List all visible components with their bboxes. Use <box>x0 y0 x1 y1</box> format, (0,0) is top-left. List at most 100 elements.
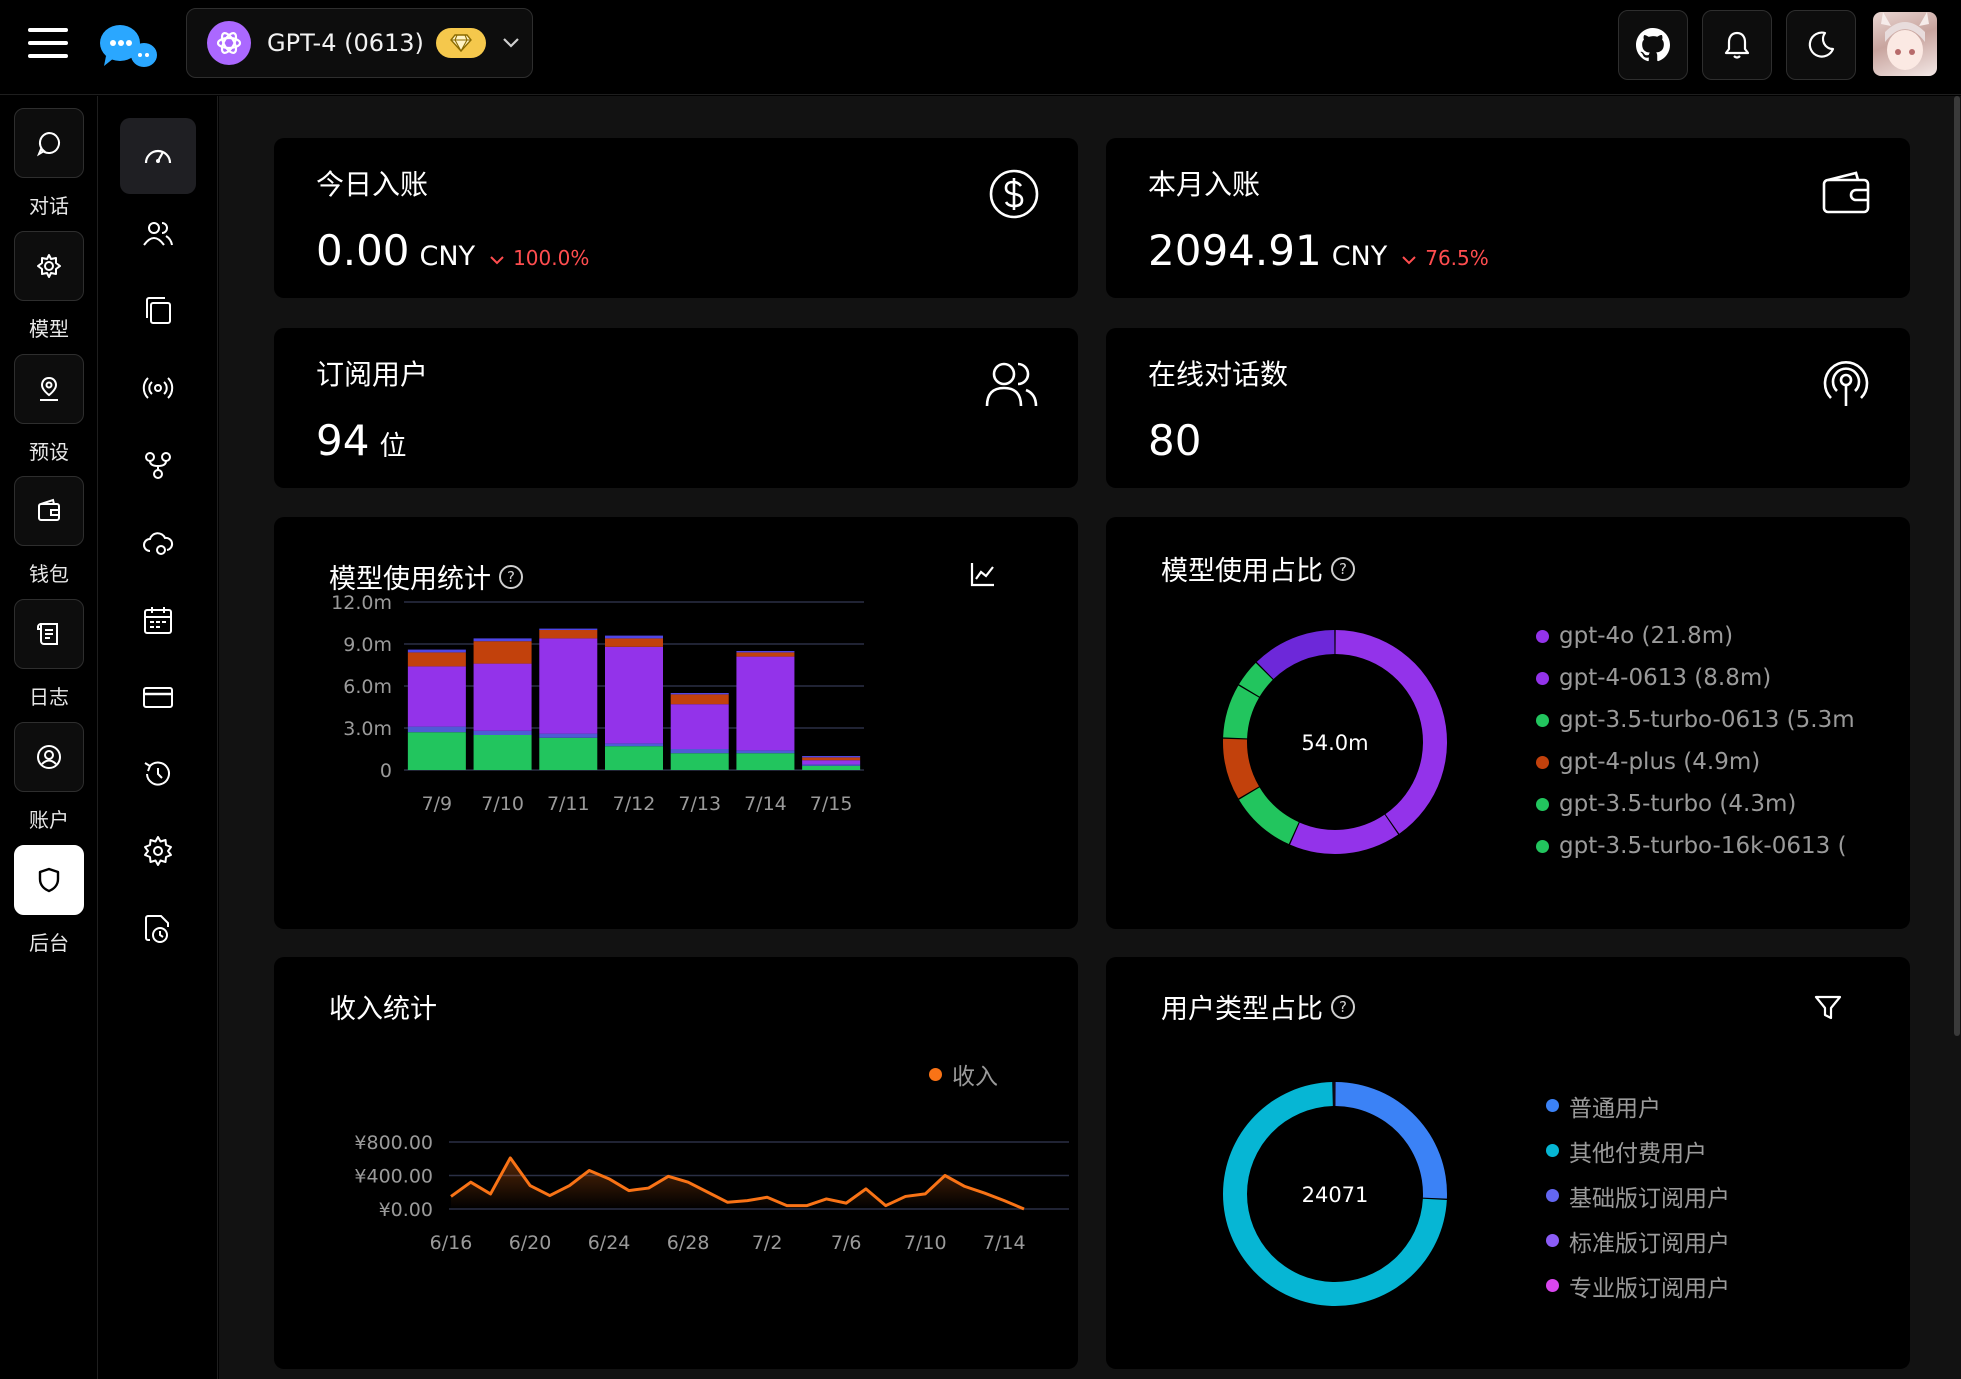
sidebar-item-preset[interactable]: 预设 <box>14 354 84 465</box>
settings-icon <box>144 836 172 866</box>
filter-icon[interactable] <box>1813 993 1843 1023</box>
legend-item[interactable]: 其他付费用户 <box>1546 1128 1846 1173</box>
legend-item[interactable]: 标准版订阅用户 <box>1546 1218 1846 1263</box>
dollar-icon <box>989 169 1039 219</box>
legend-item[interactable]: gpt-4o (21.8m) <box>1536 615 1876 657</box>
legend-label: 基础版订阅用户 <box>1569 1185 1730 1212</box>
theme-toggle-button[interactable] <box>1786 10 1856 80</box>
legend-label: 专业版订阅用户 <box>1569 1275 1730 1302</box>
sidebar-button-account[interactable] <box>14 722 84 792</box>
users-button[interactable] <box>120 196 196 272</box>
card-button[interactable] <box>120 659 196 735</box>
help-icon[interactable]: ? <box>1331 556 1355 581</box>
channels-button[interactable] <box>120 427 196 503</box>
legend-item[interactable]: gpt-3.5-turbo-16k-0613 ( <box>1536 825 1876 867</box>
bar-segment <box>802 760 861 765</box>
chart-title-row: 用户类型占比 ? <box>1161 987 1355 1026</box>
y-tick-label: 6.0m <box>343 676 392 698</box>
sidebar-label: 对话 <box>29 194 69 218</box>
model-selector[interactable]: GPT-4 (0613) <box>186 8 533 78</box>
menu-icon[interactable] <box>28 28 68 64</box>
legend-item[interactable]: gpt-3.5-turbo-0613 (5.3m <box>1536 699 1876 741</box>
bar-segment <box>670 749 729 754</box>
stat-value-row: 2094.91 CNY 76.5% <box>1148 226 1489 275</box>
bar-segment <box>670 693 729 695</box>
stat-unit: 位 <box>379 431 407 462</box>
sidebar-item-account[interactable]: 账户 <box>14 722 84 833</box>
calendar-button[interactable] <box>120 582 196 658</box>
x-tick-label: 7/15 <box>810 793 853 815</box>
sidebar-item-chat[interactable]: 对话 <box>14 108 84 219</box>
settings-button[interactable] <box>120 813 196 889</box>
sidebar-button-chat[interactable] <box>14 108 84 178</box>
chat-icon <box>36 131 60 157</box>
bar-segment <box>802 764 861 766</box>
y-tick-label: 0 <box>380 760 392 782</box>
sidebar-item-log[interactable]: 日志 <box>14 599 84 710</box>
y-tick-label: 9.0m <box>343 634 392 656</box>
legend-label: gpt-3.5-turbo-0613 (5.3m <box>1559 707 1855 733</box>
donut-slice <box>1335 1082 1447 1199</box>
today-income-card: 今日入账 0.00 CNY 100.0% <box>274 138 1078 298</box>
sidebar-item-admin[interactable]: 后台 <box>14 845 84 956</box>
avatar[interactable] <box>1873 12 1937 76</box>
x-tick-label: 7/2 <box>752 1232 783 1254</box>
legend-dot <box>1536 671 1549 685</box>
sidebar-item-model[interactable]: 模型 <box>14 231 84 342</box>
stat-value: 2094.91 <box>1148 226 1322 275</box>
copy-button[interactable] <box>120 273 196 349</box>
stat-value: 80 <box>1148 416 1202 465</box>
legend-item[interactable]: 普通用户 <box>1546 1083 1846 1128</box>
sidebar-button-log[interactable] <box>14 599 84 669</box>
log-icon <box>37 623 58 645</box>
x-tick-label: 7/10 <box>481 793 524 815</box>
bar-segment <box>407 652 466 667</box>
legend-item[interactable]: gpt-4-0613 (8.8m) <box>1536 657 1876 699</box>
app-logo[interactable] <box>98 22 160 72</box>
broadcast-icon <box>142 377 174 399</box>
legend-item[interactable]: gpt-3.5-turbo (4.3m) <box>1536 783 1876 825</box>
broadcast-button[interactable] <box>120 350 196 426</box>
legend-dot <box>1536 629 1549 643</box>
moon-icon <box>1808 31 1835 58</box>
notification-button[interactable] <box>1702 10 1772 80</box>
stat-change: 100.0% <box>489 246 589 270</box>
stat-unit: CNY <box>419 241 476 272</box>
bar-segment <box>605 743 663 747</box>
stat-unit: CNY <box>1331 241 1388 272</box>
github-button[interactable] <box>1618 10 1688 80</box>
history-button[interactable] <box>120 736 196 812</box>
legend-label: gpt-4-plus (4.9m) <box>1559 749 1761 775</box>
dashboard-button[interactable] <box>120 118 196 194</box>
subscribers-card: 订阅用户 94 位 <box>274 328 1078 488</box>
legend-item[interactable]: gpt-4-plus (4.9m) <box>1536 741 1876 783</box>
users-icon <box>143 222 173 246</box>
sidebar-label: 预设 <box>29 440 69 464</box>
model-icon <box>37 254 61 278</box>
legend-dot <box>1546 1279 1559 1292</box>
podcast-icon <box>1823 361 1869 406</box>
y-tick-label: ¥0.00 <box>379 1199 433 1221</box>
model-name: GPT-4 (0613) <box>267 29 424 57</box>
sidebar-item-wallet[interactable]: 钱包 <box>14 476 84 587</box>
bar-segment <box>605 746 663 770</box>
sidebar-label: 钱包 <box>29 562 69 586</box>
sidebar-button-preset[interactable] <box>14 354 84 424</box>
stat-change-value: 100.0% <box>513 246 590 270</box>
legend-item[interactable]: 专业版订阅用户 <box>1546 1263 1846 1308</box>
x-tick-label: 7/9 <box>422 793 453 815</box>
sidebar-button-model[interactable] <box>14 231 84 301</box>
help-icon[interactable]: ? <box>1331 994 1355 1019</box>
log-history-button[interactable] <box>120 891 196 967</box>
legend-item[interactable]: 基础版订阅用户 <box>1546 1173 1846 1218</box>
user-type-legend: 普通用户 其他付费用户 基础版订阅用户 标准版订阅用户 专业版订阅用户 <box>1546 1083 1846 1308</box>
page-scrollbar[interactable] <box>1954 96 1960 1036</box>
income-card: 收入统计 收入 ¥800.00 ¥400.00 ¥0.00 6/16 6/20 6/24 6… <box>274 957 1078 1369</box>
cloud-button[interactable] <box>120 505 196 581</box>
sidebar-button-admin[interactable] <box>14 845 84 915</box>
wallet-icon <box>1822 171 1870 214</box>
sidebar-button-wallet[interactable] <box>14 476 84 546</box>
card-icon <box>143 687 173 708</box>
donut-center-label: 54.0m <box>1301 731 1368 755</box>
openai-icon <box>207 21 251 65</box>
